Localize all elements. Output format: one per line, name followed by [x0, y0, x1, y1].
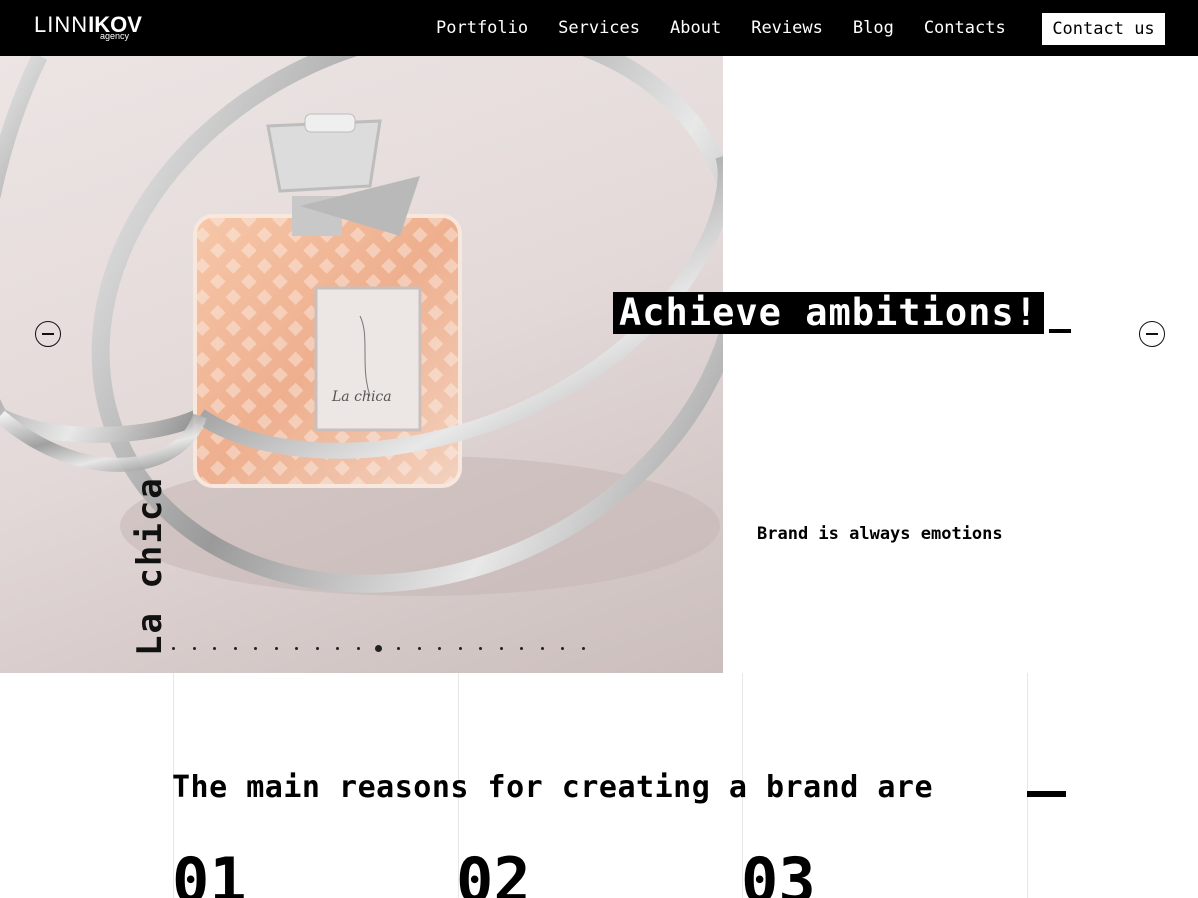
slide-dot[interactable]	[540, 647, 544, 650]
reasons-title: The main reasons for creating a brand ar…	[172, 770, 934, 805]
logo-light-text: LINN	[34, 12, 89, 37]
arrow-left-icon	[42, 333, 54, 335]
logo[interactable]: LINNIKOV agency	[34, 12, 142, 41]
slide-dots	[172, 645, 602, 652]
slide-dot[interactable]	[417, 647, 421, 650]
prev-slide-button[interactable]	[35, 321, 61, 347]
main-nav: Portfolio Services About Reviews Blog Co…	[436, 0, 1036, 56]
nav-contacts[interactable]: Contacts	[924, 18, 1006, 38]
next-slide-button[interactable]	[1139, 321, 1165, 347]
slide-dot[interactable]	[315, 647, 319, 650]
slide-dot[interactable]	[192, 647, 196, 650]
perfume-illustration: La chica	[0, 56, 723, 596]
hero-tagline: Brand is always emotions	[757, 524, 1003, 544]
site-header: LINNIKOV agency Portfolio Services About…	[0, 0, 1198, 56]
column-divider	[1027, 673, 1028, 898]
slide-dot[interactable]	[581, 647, 585, 650]
nav-about[interactable]: About	[670, 18, 721, 38]
hero-headline: Achieve ambitions!	[613, 292, 1044, 334]
slide-dot[interactable]	[356, 647, 360, 650]
nav-services[interactable]: Services	[558, 18, 640, 38]
reason-number: 02	[456, 844, 531, 898]
reason-number: 01	[172, 844, 247, 898]
slide-dot[interactable]	[295, 647, 298, 650]
slide-dot[interactable]	[336, 647, 339, 650]
hero-product-image: La chica La chica	[0, 56, 723, 673]
product-title: La chica	[130, 476, 170, 656]
slide-dot[interactable]	[233, 647, 237, 650]
nav-reviews[interactable]: Reviews	[751, 18, 823, 38]
nav-blog[interactable]: Blog	[853, 18, 894, 38]
logo-subtitle: agency	[100, 31, 130, 41]
slide-dot[interactable]	[561, 647, 564, 650]
slide-dot[interactable]	[458, 647, 462, 650]
slide-dot[interactable]	[520, 647, 523, 650]
slide-dot[interactable]	[479, 647, 482, 650]
decorative-dash	[1049, 329, 1071, 333]
slide-dot[interactable]	[499, 647, 503, 650]
contact-us-button[interactable]: Contact us	[1042, 13, 1165, 45]
reason-number: 03	[741, 844, 816, 898]
decorative-dash	[1027, 791, 1066, 797]
slide-dot[interactable]	[375, 645, 382, 652]
slide-dot[interactable]	[172, 647, 175, 650]
nav-portfolio[interactable]: Portfolio	[436, 18, 528, 38]
slide-dot[interactable]	[397, 647, 400, 650]
arrow-right-icon	[1146, 333, 1158, 335]
slide-dot[interactable]	[213, 647, 216, 650]
slide-dot[interactable]	[274, 647, 278, 650]
slide-dot[interactable]	[438, 647, 441, 650]
bottle-label-script: La chica	[331, 389, 392, 405]
slide-dot[interactable]	[254, 647, 257, 650]
